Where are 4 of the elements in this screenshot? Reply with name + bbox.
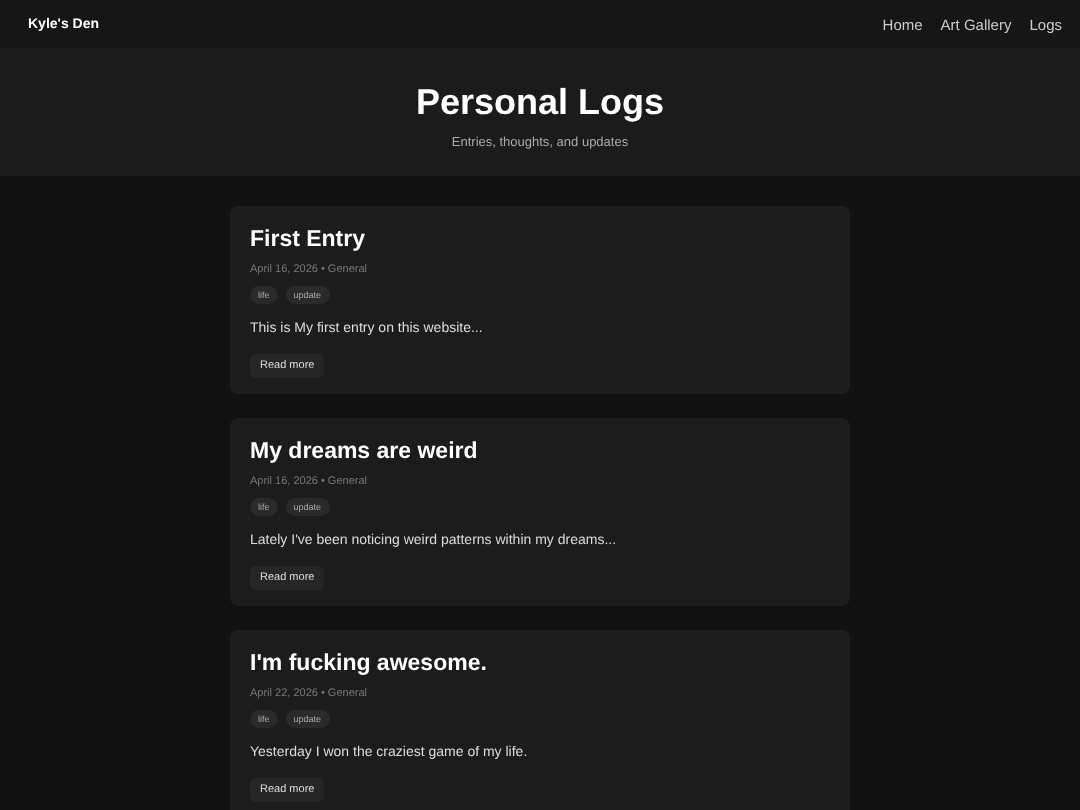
post-title: My dreams are weird [250, 440, 480, 464]
page-title: Personal Logs [415, 82, 665, 124]
post-title: First Entry [250, 228, 368, 252]
post-title: I'm fucking awesome. [250, 652, 489, 676]
